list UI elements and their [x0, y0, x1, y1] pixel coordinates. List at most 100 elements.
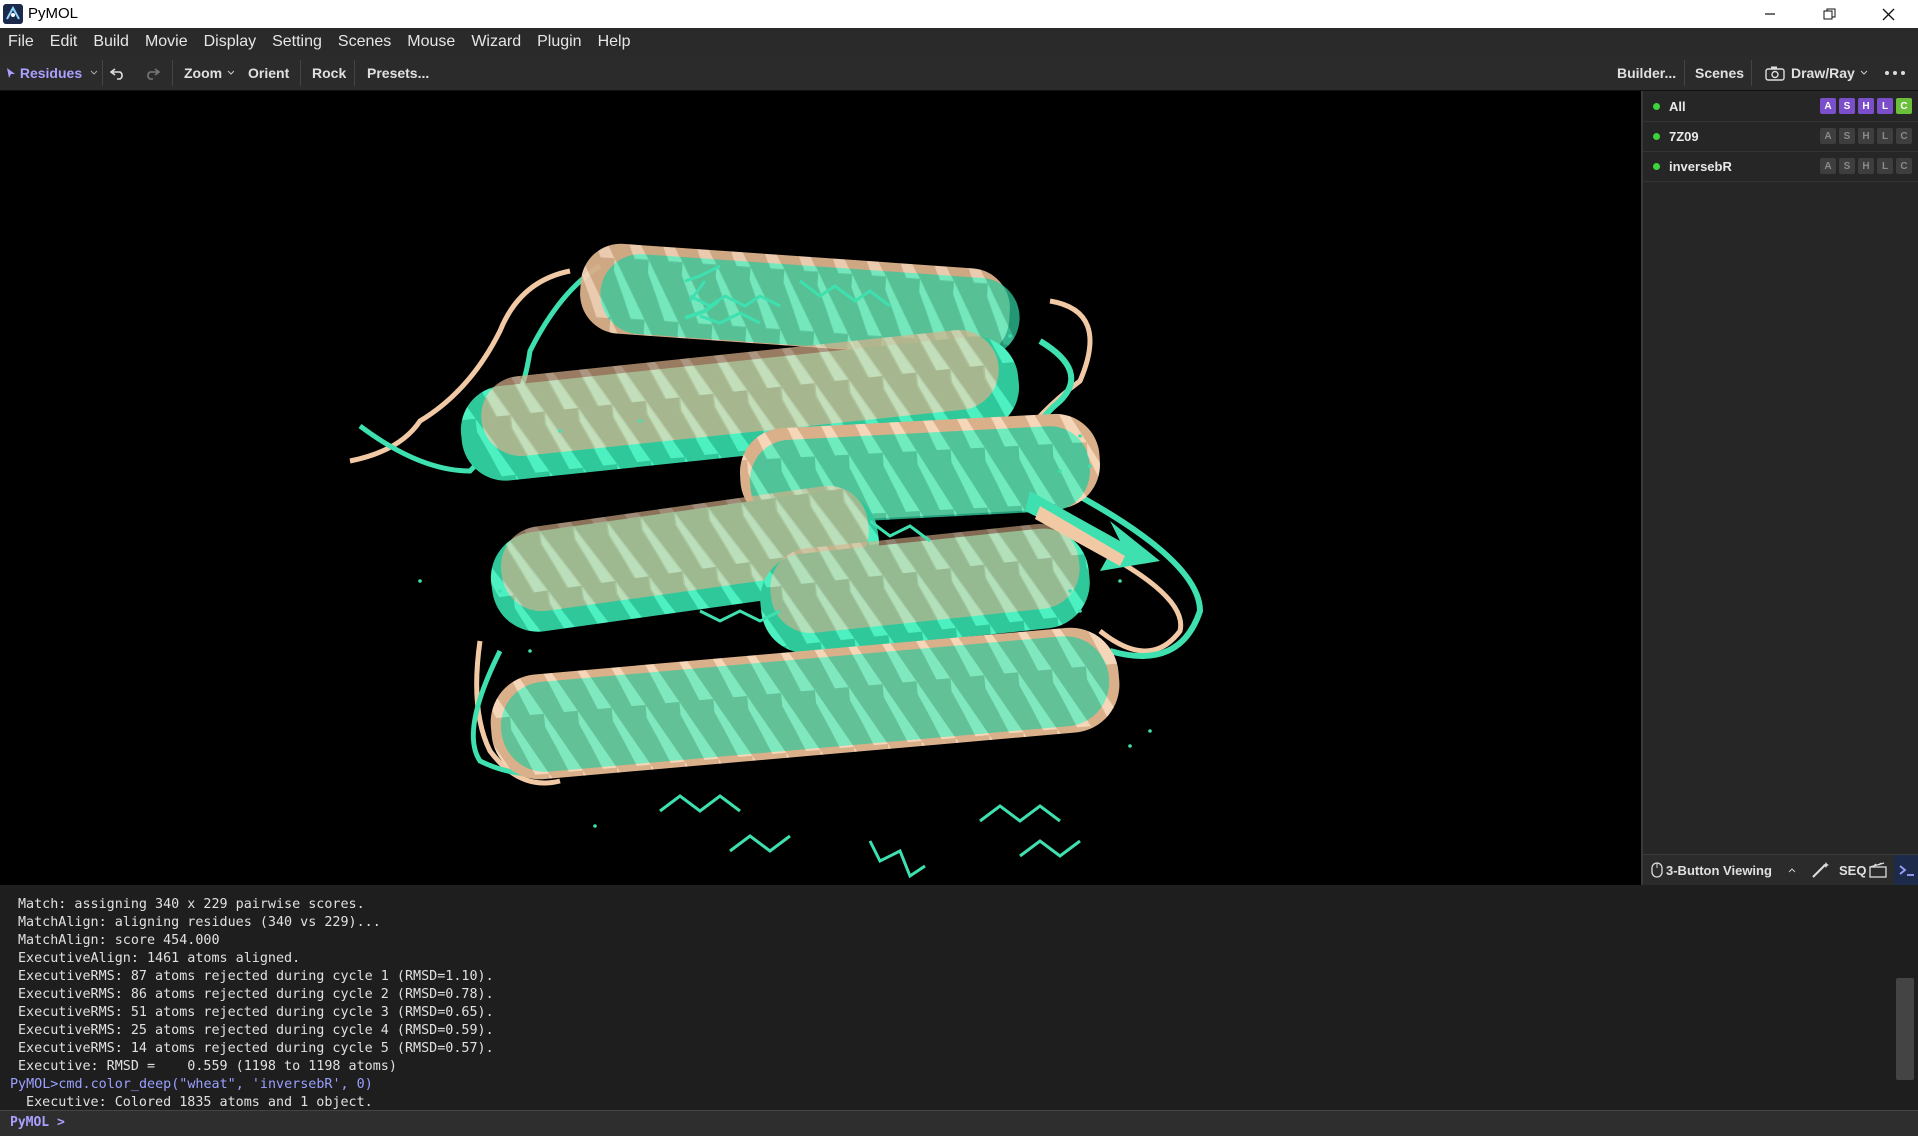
hide-button[interactable]: H: [1858, 98, 1874, 114]
chevron-down-icon: [90, 70, 98, 75]
visibility-dot[interactable]: [1653, 102, 1660, 110]
toolbar: Residues Zoom Orient Rock Presets... Bui…: [0, 56, 1918, 91]
console-line: ExecutiveRMS: 14 atoms rejected during c…: [18, 1041, 494, 1056]
molecular-viewport[interactable]: [0, 91, 1641, 885]
terminal-icon: [1899, 865, 1914, 876]
menu-scenes[interactable]: Scenes: [330, 33, 399, 51]
label-button[interactable]: L: [1877, 158, 1893, 174]
visibility-dot[interactable]: [1653, 162, 1660, 170]
restore-button[interactable]: [1801, 0, 1857, 28]
title-bar: PyMOL: [0, 0, 1918, 28]
console-line: Executive: RMSD = 0.559 (1198 to 1198 at…: [18, 1059, 397, 1074]
toolbar-divider: [102, 60, 103, 86]
console-line-partial: Executive: Colored 1835 atoms and 1 obje…: [18, 1095, 373, 1110]
console-line: ExecutiveRMS: 86 atoms rejected during c…: [18, 987, 494, 1002]
menu-bar: File Edit Build Movie Display Setting Sc…: [0, 28, 1918, 56]
chevron-up-icon: [1788, 868, 1796, 873]
object-name: inversebR: [1669, 158, 1732, 174]
console-line: Match: assigning 340 x 229 pairwise scor…: [18, 897, 365, 912]
close-button[interactable]: [1860, 0, 1916, 28]
panel-footer: 3-Button Viewing SEQ: [1643, 854, 1918, 885]
mouse-mode-label: 3-Button Viewing: [1666, 862, 1772, 878]
menu-file[interactable]: File: [0, 33, 42, 51]
menu-build[interactable]: Build: [85, 33, 137, 51]
scenes-button[interactable]: Scenes: [1695, 56, 1744, 90]
toolbar-divider: [1751, 60, 1752, 86]
toolbar-divider: [1684, 60, 1685, 86]
toolbar-divider: [354, 60, 355, 86]
color-button[interactable]: C: [1896, 98, 1912, 114]
label-button[interactable]: L: [1877, 128, 1893, 144]
wizard-wand-button[interactable]: [1811, 855, 1831, 885]
color-button[interactable]: C: [1896, 128, 1912, 144]
console-output[interactable]: Match: assigning 340 x 229 pairwise scor…: [0, 886, 1918, 1110]
ashlc-buttons: A S H L C: [1820, 158, 1912, 174]
action-button[interactable]: A: [1820, 128, 1836, 144]
hide-button[interactable]: H: [1858, 128, 1874, 144]
chevron-down-icon: [227, 70, 234, 75]
object-panel: All A S H L C 7Z09 A S H L C inversebR A…: [1641, 91, 1918, 885]
console-line: ExecutiveRMS: 87 atoms rejected during c…: [18, 969, 494, 984]
menu-display[interactable]: Display: [196, 33, 264, 51]
object-row-7z09[interactable]: 7Z09 A S H L C: [1643, 121, 1918, 152]
label-button[interactable]: L: [1877, 98, 1893, 114]
sequence-toggle-button[interactable]: SEQ: [1839, 855, 1866, 885]
show-button[interactable]: S: [1839, 128, 1855, 144]
menu-edit[interactable]: Edit: [42, 33, 86, 51]
presets-button[interactable]: Presets...: [367, 56, 429, 90]
undo-icon: [110, 68, 123, 80]
redo-button[interactable]: [144, 56, 164, 90]
console-line: ExecutiveAlign: 1461 atoms aligned.: [18, 951, 301, 966]
console-text: Match: assigning 340 x 229 pairwise scor…: [10, 896, 494, 1110]
visibility-dot[interactable]: [1653, 132, 1660, 140]
zoom-dropdown[interactable]: Zoom: [184, 56, 234, 90]
clapperboard-icon: [1869, 862, 1887, 878]
show-button[interactable]: S: [1839, 98, 1855, 114]
mouse-icon: [1651, 862, 1663, 878]
chevron-down-icon: [1860, 70, 1868, 75]
more-options-button[interactable]: [1884, 56, 1908, 90]
selection-mode-label: Residues: [19, 65, 83, 81]
close-icon: [1882, 8, 1894, 20]
hide-button[interactable]: H: [1858, 158, 1874, 174]
object-name: All: [1669, 98, 1686, 114]
selection-mode-dropdown[interactable]: Residues: [6, 56, 98, 90]
color-button[interactable]: C: [1896, 158, 1912, 174]
console-line: MatchAlign: score 454.000: [18, 933, 220, 948]
action-button[interactable]: A: [1820, 158, 1836, 174]
restore-icon: [1823, 8, 1835, 19]
command-prompt: PyMOL >: [0, 1110, 1918, 1136]
object-row-all[interactable]: All A S H L C: [1643, 91, 1918, 122]
menu-plugin[interactable]: Plugin: [529, 33, 589, 51]
toolbar-divider: [172, 60, 173, 86]
console-line: ExecutiveRMS: 25 atoms rejected during c…: [18, 1023, 494, 1038]
undo-button[interactable]: [110, 56, 130, 90]
show-button[interactable]: S: [1839, 158, 1855, 174]
console-scrollbar[interactable]: [1896, 978, 1914, 1080]
object-row-inversebr[interactable]: inversebR A S H L C: [1643, 151, 1918, 182]
rock-button[interactable]: Rock: [312, 56, 346, 90]
magic-wand-icon: [1812, 862, 1829, 878]
ashlc-buttons: A S H L C: [1820, 128, 1912, 144]
menu-movie[interactable]: Movie: [137, 33, 196, 51]
console-command-line: PyMOL>cmd.color_deep("wheat", 'inversebR…: [10, 1077, 373, 1092]
console-line: ExecutiveRMS: 51 atoms rejected during c…: [18, 1005, 494, 1020]
prompt-label: PyMOL >: [10, 1115, 65, 1130]
object-name: 7Z09: [1669, 128, 1699, 144]
orient-button[interactable]: Orient: [248, 56, 289, 90]
builder-button[interactable]: Builder...: [1617, 56, 1676, 90]
redo-icon: [147, 68, 160, 80]
minimize-button[interactable]: [1742, 0, 1798, 28]
action-button[interactable]: A: [1820, 98, 1836, 114]
command-input[interactable]: [76, 1113, 1906, 1133]
mouse-mode-dropdown[interactable]: 3-Button Viewing: [1651, 855, 1796, 885]
menu-mouse[interactable]: Mouse: [399, 33, 463, 51]
camera-icon: [1765, 66, 1785, 81]
console-toggle-button[interactable]: [1894, 855, 1918, 885]
movie-panel-button[interactable]: [1869, 855, 1889, 885]
draw-ray-dropdown[interactable]: Draw/Ray: [1765, 56, 1868, 90]
menu-setting[interactable]: Setting: [264, 33, 330, 51]
menu-wizard[interactable]: Wizard: [463, 33, 529, 51]
minimize-icon: [1765, 13, 1775, 15]
menu-help[interactable]: Help: [590, 33, 639, 51]
